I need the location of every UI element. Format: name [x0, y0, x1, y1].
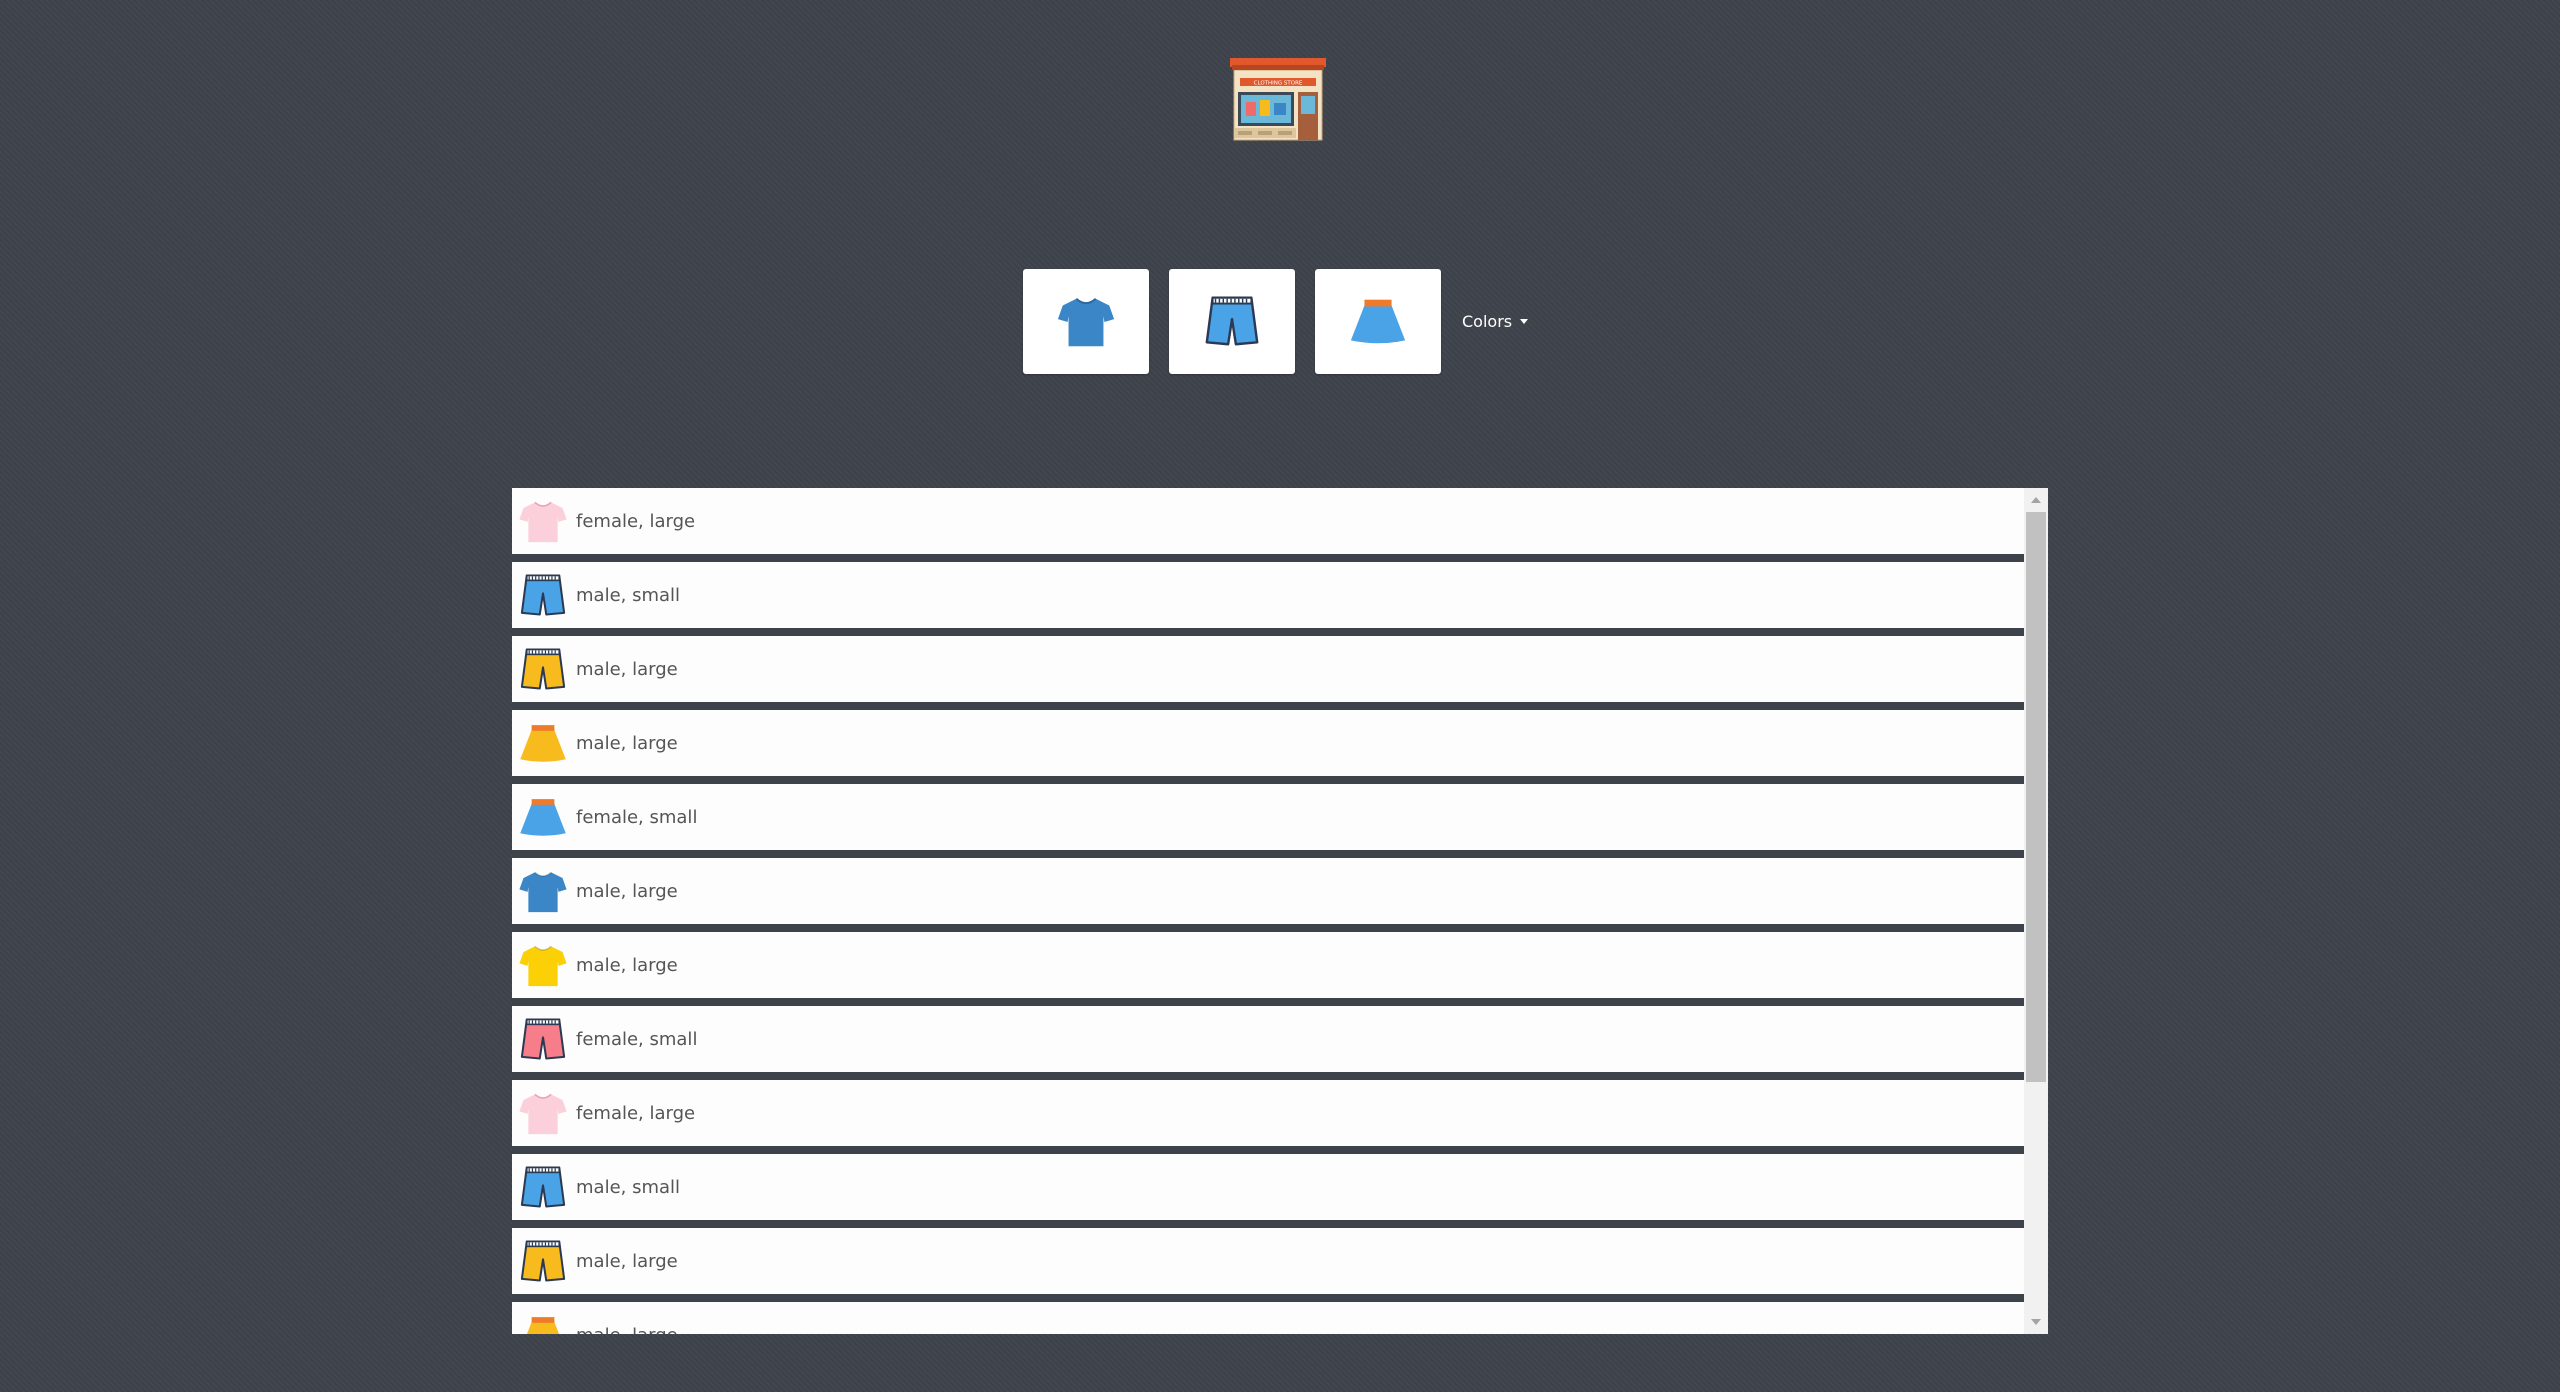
list-item-label: female, large [576, 510, 696, 532]
skirt-icon [517, 717, 569, 769]
filter-shorts-button[interactable] [1169, 268, 1295, 374]
list-item[interactable]: female, large [512, 1080, 2024, 1146]
list-item-label: male, large [576, 1250, 678, 1272]
scroll-down-arrow[interactable] [2024, 1310, 2048, 1334]
scroll-up-arrow[interactable] [2024, 488, 2048, 512]
colors-dropdown[interactable]: Colors [1462, 311, 1529, 331]
list-item-label: male, large [576, 880, 678, 902]
colors-dropdown-label: Colors [1462, 311, 1513, 331]
list-item-label: male, large [576, 1325, 678, 1335]
list-item-label: female, small [576, 806, 698, 828]
list-item-label: male, small [576, 584, 681, 606]
skirt-icon [517, 791, 569, 843]
list-item[interactable]: female, small [512, 784, 2024, 850]
filter-shirt-button[interactable] [1023, 268, 1149, 374]
list-item-label: male, large [576, 658, 678, 680]
shorts-icon [517, 1161, 569, 1213]
list-item[interactable]: female, large [512, 488, 2024, 554]
list-item[interactable]: male, small [512, 562, 2024, 628]
shorts-icon [517, 1013, 569, 1065]
skirt-icon [1350, 299, 1406, 344]
list-item[interactable]: male, large [512, 636, 2024, 702]
product-list: female, large male, small male, large male,… [512, 488, 2024, 1334]
list-item-label: male, large [576, 954, 678, 976]
scrollbar[interactable] [2024, 488, 2048, 1334]
list-item-label: female, small [576, 1028, 698, 1050]
shorts-icon [517, 569, 569, 621]
tshirt-icon [517, 865, 569, 917]
store-sign-text: CLOTHING STORE [1254, 81, 1303, 87]
shorts-icon [517, 643, 569, 695]
list-item[interactable]: male, large [512, 932, 2024, 998]
list-item[interactable]: male, small [512, 1154, 2024, 1220]
list-item[interactable]: male, large [512, 1302, 2024, 1334]
tshirt-icon [517, 939, 569, 991]
list-item-label: female, large [576, 1102, 696, 1124]
tshirt-icon [1057, 297, 1115, 347]
clothing-store-icon: CLOTHING STORE [1230, 58, 1326, 141]
list-item[interactable]: male, large [512, 858, 2024, 924]
shorts-icon [517, 1235, 569, 1287]
filter-bar: Colors [1023, 268, 1529, 374]
store-logo: CLOTHING STORE [1230, 56, 1326, 142]
shorts-icon [1205, 296, 1259, 346]
list-item[interactable]: male, large [512, 1228, 2024, 1294]
skirt-icon [517, 1309, 569, 1334]
list-item-label: male, small [576, 1176, 681, 1198]
list-item[interactable]: female, small [512, 1006, 2024, 1072]
product-list-container[interactable]: female, large male, small male, large male,… [512, 488, 2048, 1334]
filter-skirt-button[interactable] [1315, 268, 1441, 374]
tshirt-icon [517, 495, 569, 547]
list-item[interactable]: male, large [512, 710, 2024, 776]
tshirt-icon [517, 1087, 569, 1139]
scrollbar-thumb[interactable] [2026, 512, 2046, 1082]
caret-down-icon [1520, 318, 1529, 324]
list-item-label: male, large [576, 732, 678, 754]
